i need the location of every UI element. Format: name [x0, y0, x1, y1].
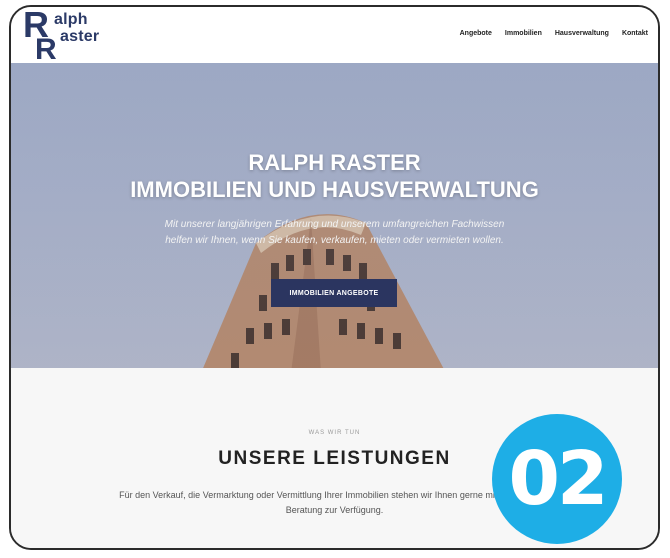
immobilien-angebote-button[interactable]: IMMOBILIEN ANGEBOTE	[271, 279, 397, 307]
hero-title-line-1: RALPH RASTER	[248, 150, 421, 175]
site-logo[interactable]: R R alph aster	[23, 9, 133, 59]
nav-item-immobilien[interactable]: Immobilien	[505, 30, 542, 37]
nav-item-hausverwaltung[interactable]: Hausverwaltung	[555, 30, 609, 37]
logo-line-1: alph	[54, 11, 88, 28]
hero-subtitle-line-1: Mit unserer langjährigen Erfahrung und u…	[164, 219, 505, 230]
nav-item-angebote[interactable]: Angebote	[460, 30, 492, 37]
hero-title-line-2: IMMOBILIEN UND HAUSVERWALTUNG	[130, 177, 539, 202]
site-header: R R alph aster Angebote Immobilien Hausv…	[11, 7, 658, 64]
logo-line-2: aster	[60, 28, 100, 45]
svg-text:R: R	[35, 33, 57, 59]
step-number-badge: 02	[492, 414, 622, 544]
hero-subtitle-line-2: helfen wir Ihnen, wenn Sie kaufen, verka…	[165, 235, 504, 246]
hero-section: RALPH RASTER IMMOBILIEN UND HAUSVERWALTU…	[11, 63, 658, 368]
main-nav: Angebote Immobilien Hausverwaltung Konta…	[460, 30, 648, 37]
nav-item-kontakt[interactable]: Kontakt	[622, 30, 648, 37]
